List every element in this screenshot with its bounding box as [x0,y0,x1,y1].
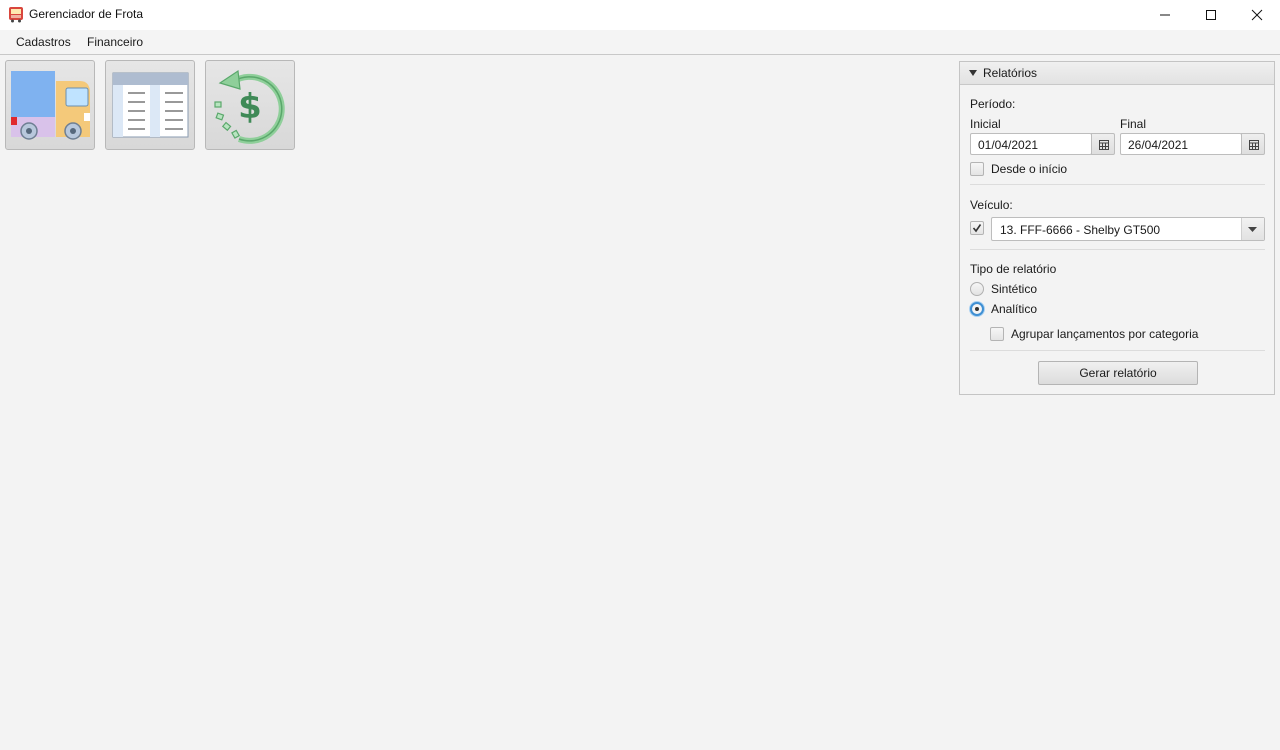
vehicle-filter-checkbox[interactable] [970,221,984,235]
minimize-icon [1160,14,1170,16]
initial-date-calendar-button[interactable] [1091,133,1115,155]
menu-cadastros[interactable]: Cadastros [16,35,71,49]
generate-report-button[interactable]: Gerar relatório [1038,361,1198,385]
radio-dot [975,307,979,311]
table-sheet-icon [112,72,189,138]
vehicle-select[interactable]: 13. FFF-6666 - Shelby GT500 [991,217,1265,241]
group-by-category-checkbox[interactable] [990,327,1004,341]
report-type-label: Tipo de relatório [970,262,1057,276]
final-date-calendar-button[interactable] [1241,133,1265,155]
money-cycle-icon: $ [214,69,285,144]
vehicle-select-value: 13. FFF-6666 - Shelby GT500 [1000,223,1161,237]
vehicle-select-dropdown-button[interactable] [1241,218,1264,240]
chevron-down-icon [1248,227,1257,232]
initial-date-field[interactable]: 01/04/2021 [970,133,1092,155]
vehicle-label: Veículo: [970,198,1013,212]
reports-panel-header[interactable]: Relatórios [960,62,1274,85]
reports-panel-title: Relatórios [983,66,1038,80]
maximize-icon [1206,10,1216,20]
since-start-checkbox[interactable] [970,162,984,176]
initial-date-label: Inicial [970,117,1001,131]
final-date-label: Final [1120,117,1147,131]
truck-icon [11,71,90,140]
calendar-icon [1249,140,1259,150]
title-bar: Gerenciador de Frota [0,0,1280,30]
collapse-arrow-icon [969,70,977,76]
close-icon [1251,9,1263,21]
divider [970,249,1265,250]
period-label: Período: [970,97,1016,111]
checkmark-icon [972,224,982,233]
since-start-label: Desde o início [991,162,1068,176]
divider [970,184,1265,185]
reports-panel: Relatórios Período: Inicial Final 01/04/… [959,61,1275,395]
svg-text:$: $ [238,87,262,127]
initial-date-value: 01/04/2021 [978,138,1039,152]
calendar-icon [1099,140,1109,150]
final-date-field[interactable]: 26/04/2021 [1120,133,1242,155]
records-table-tile-button[interactable] [105,60,195,150]
analytic-radio-label: Analítico [991,302,1038,316]
app-bus-icon [9,7,23,23]
minimize-button[interactable] [1142,0,1188,30]
final-date-value: 26/04/2021 [1128,138,1189,152]
menu-bar: Cadastros Financeiro [0,30,1280,55]
group-by-category-label: Agrupar lançamentos por categoria [1011,327,1199,341]
synthetic-radio-label: Sintético [991,282,1038,296]
analytic-radio[interactable] [970,302,984,316]
synthetic-radio[interactable] [970,282,984,296]
menu-financeiro[interactable]: Financeiro [87,35,143,49]
finance-tile-button[interactable]: $ [205,60,295,150]
divider [970,350,1265,351]
maximize-button[interactable] [1188,0,1234,30]
vehicles-tile-button[interactable] [5,60,95,150]
window-title: Gerenciador de Frota [29,7,144,21]
close-button[interactable] [1234,0,1280,30]
